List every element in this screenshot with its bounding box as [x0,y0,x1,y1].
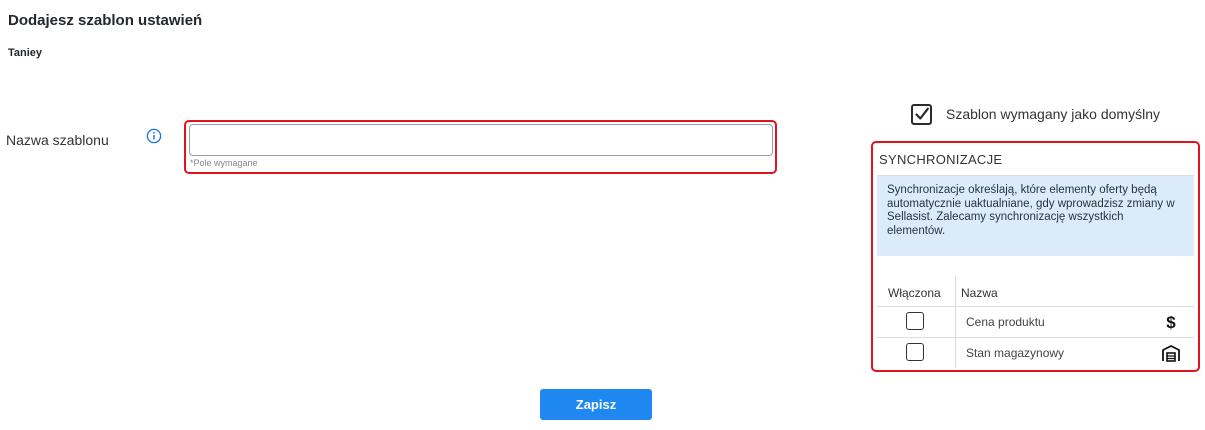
svg-text:$: $ [1166,313,1176,332]
checkmark-icon [915,107,929,120]
sync-panel: SYNCHRONIZACJE Synchronizacje określają,… [871,141,1200,372]
sync-price-checkbox[interactable] [906,312,924,330]
save-button[interactable]: Zapisz [540,389,652,420]
table-row: Cena produktu $ [877,306,1194,337]
sync-table: Włączona Nazwa Cena produktu $ Stan maga… [877,276,1194,368]
info-circle-icon[interactable] [146,128,162,144]
table-row: Stan magazynowy [877,337,1194,368]
warehouse-icon [1160,343,1182,363]
column-header-name: Nazwa [961,286,998,300]
template-name-input[interactable] [189,124,773,156]
sync-title: SYNCHRONIZACJE [879,152,1003,167]
default-template-checkbox[interactable] [911,104,932,125]
sync-stock-checkbox[interactable] [906,343,924,361]
template-name-label: Nazwa szablonu [6,132,109,148]
default-template-label: Szablon wymagany jako domyślny [946,106,1160,122]
column-header-enabled: Włączona [888,286,941,300]
required-note: *Pole wymagane [190,158,258,168]
page-title: Dodajesz szablon ustawień [8,12,203,29]
row-name: Stan magazynowy [966,346,1065,360]
row-name: Cena produktu [966,315,1045,329]
dollar-icon: $ [1160,312,1182,332]
sync-info-text: Synchronizacje określają, które elementy… [877,176,1194,256]
page-subtitle: Taniey [8,47,43,59]
